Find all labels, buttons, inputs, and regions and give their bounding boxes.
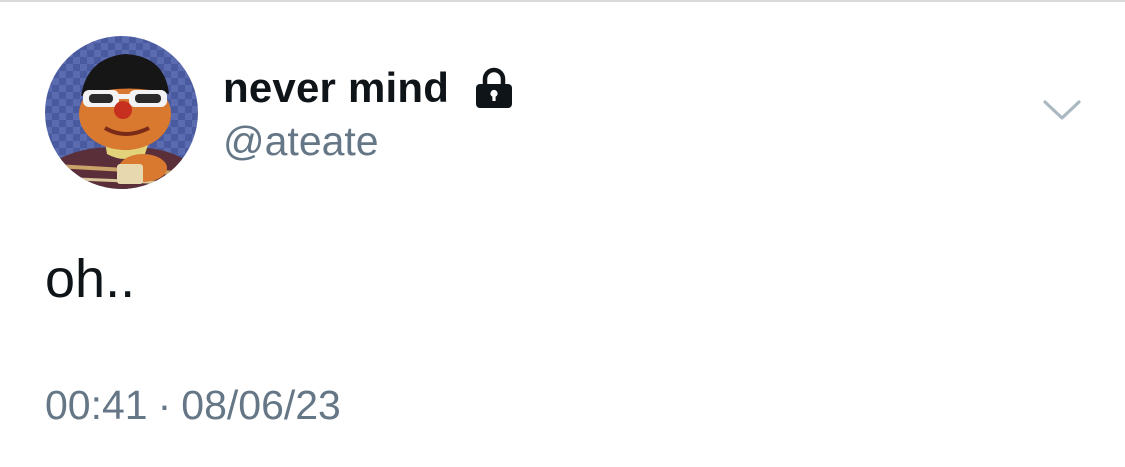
chevron-down-icon[interactable] <box>1042 96 1082 126</box>
display-name-row: never mind <box>223 62 515 114</box>
tweet-date: 08/06/23 <box>181 382 341 428</box>
tweet-timestamp[interactable]: 00:41 · 08/06/23 <box>45 382 341 429</box>
top-divider <box>0 0 1125 2</box>
avatar[interactable] <box>45 36 198 189</box>
avatar-image <box>45 36 198 189</box>
tweet-text: oh.. <box>45 249 136 309</box>
user-handle[interactable]: @ateate <box>223 118 379 165</box>
display-name[interactable]: never mind <box>223 64 449 112</box>
timestamp-separator: · <box>157 382 172 428</box>
lock-icon <box>476 67 513 108</box>
tweet-time: 00:41 <box>45 382 148 428</box>
